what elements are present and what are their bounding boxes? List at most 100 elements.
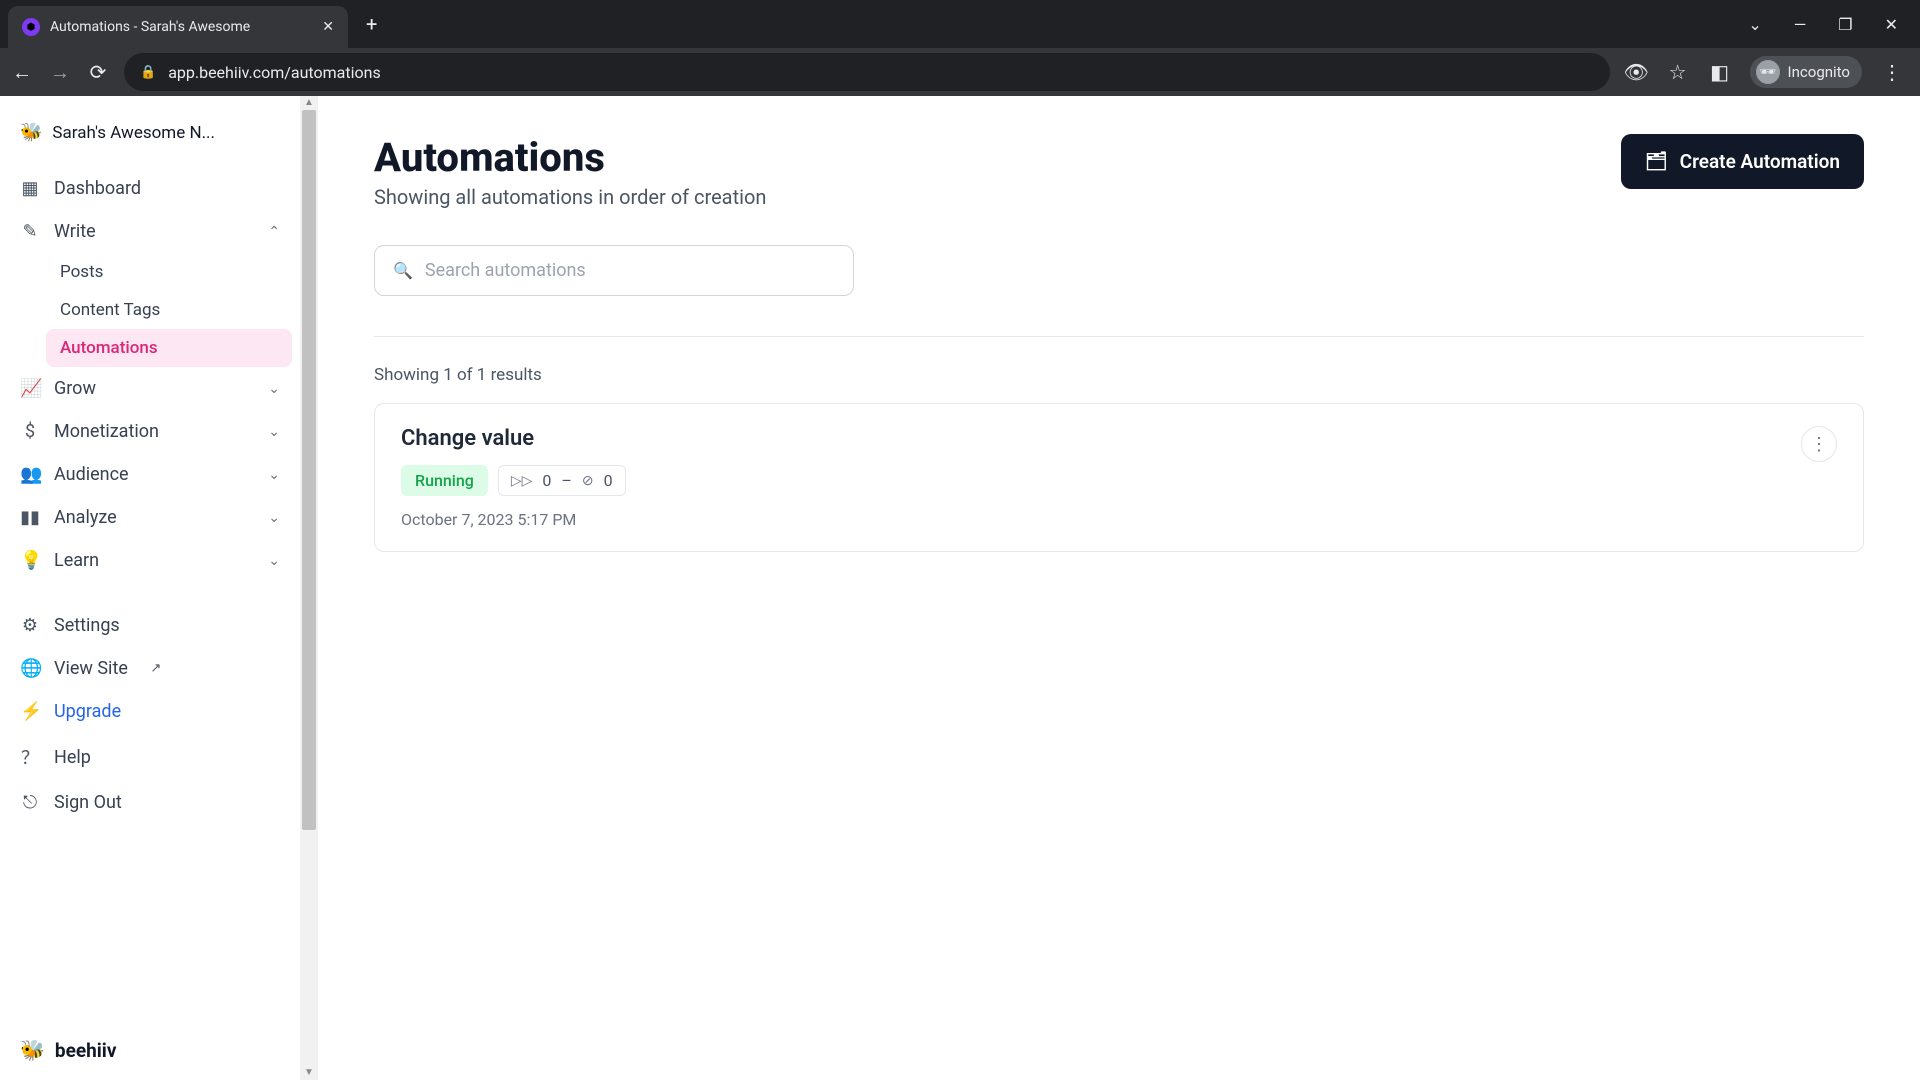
browser-tab-strip: ⬢ Automations - Sarah's Awesome ✕ + ⌄ ― … bbox=[0, 0, 1920, 48]
signout-icon: ⎋ bbox=[20, 792, 40, 813]
window-controls: ⌄ ― ❐ ✕ bbox=[1748, 15, 1920, 34]
chevron-down-icon: ⌄ bbox=[268, 467, 280, 483]
forward-icon: ▷▷ bbox=[511, 473, 533, 489]
page-title: Automations bbox=[374, 134, 766, 181]
search-box[interactable]: 🔍 bbox=[374, 245, 854, 296]
external-link-icon: ↗ bbox=[146, 661, 166, 676]
forward-icon[interactable]: → bbox=[48, 60, 72, 85]
nav-label: Learn bbox=[54, 550, 99, 571]
incognito-badge[interactable]: 🕶 Incognito bbox=[1750, 56, 1862, 88]
sidebar-item-learn[interactable]: 💡 Learn ⌄ bbox=[8, 539, 292, 582]
back-icon[interactable]: ← bbox=[10, 60, 34, 85]
nav-label: View Site bbox=[54, 658, 128, 679]
nav-label: Help bbox=[54, 747, 91, 768]
automation-card[interactable]: Change value Running ▷▷ 0 – ⊘ 0 October … bbox=[374, 403, 1864, 552]
sidebar-item-write[interactable]: ✎ Write ⌃ bbox=[8, 210, 292, 253]
divider bbox=[374, 336, 1864, 337]
nav-label: Write bbox=[54, 221, 96, 242]
create-automation-button[interactable]: 🗂 Create Automation bbox=[1621, 134, 1864, 189]
grid-icon: ▦ bbox=[20, 178, 40, 199]
nav-label: Sign Out bbox=[54, 792, 122, 813]
tab-title: Automations - Sarah's Awesome bbox=[50, 19, 312, 35]
new-tab-button[interactable]: + bbox=[366, 12, 377, 36]
sidebar-item-sign-out[interactable]: ⎋ Sign Out bbox=[8, 781, 292, 824]
beehiiv-logo-icon: 🐝 bbox=[20, 1038, 45, 1062]
url-bar[interactable]: 🔒 app.beehiiv.com/automations bbox=[124, 53, 1610, 91]
nav-label: Upgrade bbox=[54, 701, 121, 722]
browser-tab[interactable]: ⬢ Automations - Sarah's Awesome ✕ bbox=[8, 6, 348, 48]
users-icon: 👥 bbox=[20, 464, 40, 485]
bookmark-icon[interactable]: ☆ bbox=[1666, 60, 1690, 84]
bulb-icon: 💡 bbox=[20, 550, 40, 571]
page-subtitle: Showing all automations in order of crea… bbox=[374, 185, 766, 209]
automation-counts: ▷▷ 0 – ⊘ 0 bbox=[498, 465, 626, 496]
favicon-icon: ⬢ bbox=[22, 18, 40, 36]
search-input[interactable] bbox=[425, 260, 835, 281]
sidebar-item-dashboard[interactable]: ▦ Dashboard bbox=[8, 167, 292, 210]
workspace-switcher[interactable]: 🐝 Sarah's Awesome N... bbox=[8, 114, 292, 151]
check-circle-icon: ⊘ bbox=[582, 473, 594, 489]
more-button[interactable]: ⋮ bbox=[1801, 426, 1837, 462]
close-tab-icon[interactable]: ✕ bbox=[322, 19, 334, 35]
sidebar-item-analyze[interactable]: ▮▮ Analyze ⌄ bbox=[8, 496, 292, 539]
workspace-icon: 🐝 bbox=[20, 122, 42, 143]
nav-label: Monetization bbox=[54, 421, 159, 442]
automation-name: Change value bbox=[401, 426, 626, 451]
minimize-icon[interactable]: ― bbox=[1794, 15, 1807, 34]
workspace-name: Sarah's Awesome N... bbox=[52, 123, 215, 143]
panel-icon[interactable]: ◧ bbox=[1708, 60, 1732, 84]
url-text: app.beehiiv.com/automations bbox=[168, 63, 381, 82]
run-count: 0 bbox=[542, 471, 551, 490]
automation-date: October 7, 2023 5:17 PM bbox=[401, 510, 626, 529]
trend-icon: 📈 bbox=[20, 378, 40, 399]
nav-label: Analyze bbox=[54, 507, 117, 528]
sidebar-item-automations[interactable]: Automations bbox=[46, 329, 292, 367]
gear-icon: ⚙ bbox=[20, 615, 40, 636]
nav-label: Dashboard bbox=[54, 178, 141, 199]
create-button-label: Create Automation bbox=[1680, 150, 1840, 173]
bolt-icon: ⚡ bbox=[20, 701, 40, 722]
tab-dropdown-icon[interactable]: ⌄ bbox=[1748, 15, 1761, 34]
search-icon: 🔍 bbox=[393, 261, 413, 280]
chevron-down-icon: ⌄ bbox=[268, 553, 280, 569]
maximize-icon[interactable]: ❐ bbox=[1838, 15, 1852, 34]
count-separator: – bbox=[561, 471, 572, 490]
main-content: Automations Showing all automations in o… bbox=[318, 96, 1920, 1080]
sidebar-item-upgrade[interactable]: ⚡ Upgrade bbox=[8, 690, 292, 733]
sidebar-item-help[interactable]: ？ Help bbox=[8, 733, 292, 781]
sidebar-item-view-site[interactable]: 🌐 View Site ↗ bbox=[8, 647, 292, 690]
sidebar-item-settings[interactable]: ⚙ Settings bbox=[8, 604, 292, 647]
sidebar-item-grow[interactable]: 📈 Grow ⌄ bbox=[8, 367, 292, 410]
chevron-down-icon: ⌄ bbox=[268, 381, 280, 397]
sidebar: 🐝 Sarah's Awesome N... ▦ Dashboard ✎ Wri… bbox=[0, 96, 300, 1080]
lock-icon: 🔒 bbox=[140, 65, 156, 80]
sidebar-scrollbar[interactable]: ▲ ▼ bbox=[300, 96, 318, 1080]
briefcase-icon: 🗂 bbox=[1645, 151, 1668, 172]
nav-label: Settings bbox=[54, 615, 120, 636]
pencil-icon: ✎ bbox=[20, 221, 40, 242]
question-icon: ？ bbox=[20, 744, 40, 770]
scroll-up-icon[interactable]: ▲ bbox=[300, 96, 318, 110]
browser-toolbar: ← → ⟳ 🔒 app.beehiiv.com/automations 👁 ☆ … bbox=[0, 48, 1920, 96]
results-count: Showing 1 of 1 results bbox=[374, 365, 1864, 385]
dollar-icon: $ bbox=[20, 421, 40, 442]
tracking-icon[interactable]: 👁 bbox=[1624, 60, 1648, 84]
sidebar-item-monetization[interactable]: $ Monetization ⌄ bbox=[8, 410, 292, 453]
scroll-down-icon[interactable]: ▼ bbox=[300, 1066, 318, 1080]
done-count: 0 bbox=[604, 471, 613, 490]
bars-icon: ▮▮ bbox=[20, 507, 40, 528]
chevron-up-icon: ⌃ bbox=[268, 224, 280, 240]
nav-label: Audience bbox=[54, 464, 129, 485]
sidebar-item-audience[interactable]: 👥 Audience ⌄ bbox=[8, 453, 292, 496]
nav-label: Grow bbox=[54, 378, 96, 399]
menu-icon[interactable]: ⋮ bbox=[1880, 60, 1904, 84]
incognito-icon: 🕶 bbox=[1756, 60, 1780, 84]
window-close-icon[interactable]: ✕ bbox=[1885, 15, 1898, 34]
reload-icon[interactable]: ⟳ bbox=[86, 60, 110, 84]
sidebar-item-content-tags[interactable]: Content Tags bbox=[46, 291, 292, 329]
status-badge: Running bbox=[401, 465, 488, 496]
chevron-down-icon: ⌄ bbox=[268, 424, 280, 440]
scroll-thumb[interactable] bbox=[302, 110, 316, 830]
incognito-label: Incognito bbox=[1788, 63, 1850, 81]
sidebar-item-posts[interactable]: Posts bbox=[46, 253, 292, 291]
